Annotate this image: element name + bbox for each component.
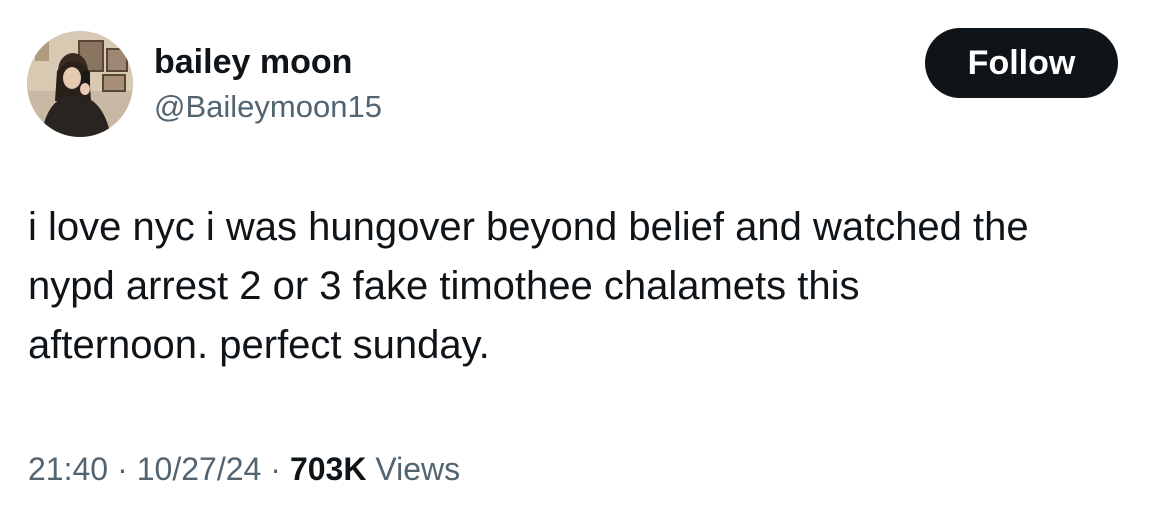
tweet-timestamp[interactable]: 21:40 · 10/27/24 <box>28 451 261 487</box>
separator-dot: · <box>270 451 281 487</box>
tweet-text-line: nypd arrest 2 or 3 fake timothee chalame… <box>28 264 860 308</box>
tweet-meta: 21:40 · 10/27/24 · 703K Views <box>28 447 460 491</box>
views-count: 703K <box>289 451 367 487</box>
tweet-time: 21:40 <box>28 451 109 487</box>
follow-button[interactable]: Follow <box>925 28 1118 98</box>
separator-dot: · <box>117 451 128 487</box>
views-link[interactable]: 703K Views <box>290 451 460 487</box>
views-label: Views <box>375 451 461 487</box>
tweet-card: bailey moon @Baileymoon15 Follow i love … <box>0 0 1170 509</box>
profile-photo-avatar <box>27 31 133 137</box>
tweet-date: 10/27/24 <box>136 451 262 487</box>
tweet-text: i love nyc i was hungover beyond belief … <box>28 198 1138 375</box>
author-display-name[interactable]: bailey moon <box>154 40 352 84</box>
tweet-text-line: afternoon. perfect sunday. <box>28 323 490 367</box>
avatar[interactable] <box>27 31 133 137</box>
author-handle[interactable]: @Baileymoon15 <box>154 87 382 127</box>
tweet-text-line: i love nyc i was hungover beyond belief … <box>28 205 1029 249</box>
